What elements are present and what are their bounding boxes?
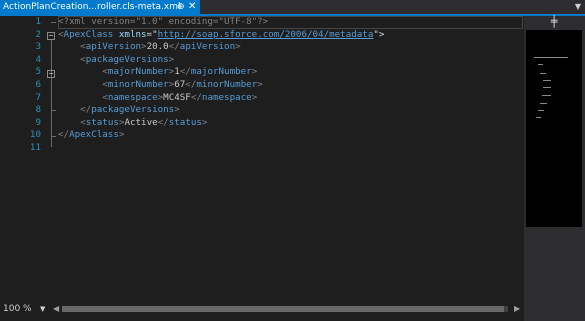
line-number: 4 bbox=[35, 53, 41, 65]
collapse-icon[interactable]: − bbox=[47, 69, 55, 78]
code-line-1: <?xml version="1.0" encoding="UTF-8"?> bbox=[58, 16, 268, 29]
line-number: 7 bbox=[35, 91, 41, 103]
document-tab[interactable]: ActionPlanCreation...roller.cls-meta.xml… bbox=[0, 0, 200, 14]
line-number: 6 bbox=[35, 79, 41, 90]
minimap-line bbox=[538, 110, 544, 111]
zoom-dropdown-icon[interactable]: ▼ bbox=[40, 304, 45, 314]
minimap-line bbox=[538, 64, 543, 65]
code-line-3: <apiVersion>20.0</apiVersion> bbox=[58, 41, 241, 54]
element-value: 20.0 bbox=[146, 41, 169, 53]
line-number: 10 bbox=[29, 129, 41, 141]
pin-icon[interactable]: ⊕ bbox=[177, 1, 185, 13]
code-line-9: <status>Active</status> bbox=[58, 117, 207, 130]
tag-name: minorNumber bbox=[196, 79, 258, 90]
line-number: 3 bbox=[35, 41, 41, 53]
tab-list-dropdown-icon[interactable]: ▼ bbox=[575, 2, 581, 12]
code-line-8: </packageVersions> bbox=[58, 104, 180, 117]
tag-name: apiVersion bbox=[85, 41, 142, 53]
tag-name: ApexClass bbox=[63, 28, 114, 40]
fold-guide bbox=[50, 22, 56, 23]
line-number: 2 bbox=[35, 28, 41, 40]
code-line-6: <minorNumber>67</minorNumber> bbox=[58, 79, 263, 92]
tag-name: apiVersion bbox=[179, 41, 236, 53]
fold-guide bbox=[50, 135, 56, 137]
element-value: MC4SF bbox=[163, 91, 191, 103]
line-number-gutter: 1 2 3 4 5 6 7 8 9 10 11 bbox=[0, 16, 44, 298]
minimap-line bbox=[542, 95, 551, 96]
line-number: 8 bbox=[35, 104, 41, 116]
scroll-left-icon[interactable]: ◀ bbox=[53, 304, 59, 314]
code-line-2: <ApexClass xmlns="http://soap.sforce.com… bbox=[58, 29, 384, 42]
document-tab-strip: ActionPlanCreation...roller.cls-meta.xml… bbox=[0, 0, 585, 14]
outlining-margin: − − bbox=[45, 16, 57, 298]
namespace-url-link[interactable]: http://soap.sforce.com/2006/04/metadata bbox=[158, 29, 374, 40]
split-window-icon[interactable]: ╪ bbox=[526, 16, 582, 28]
tab-title[interactable]: ActionPlanCreation...roller.cls-meta.xml bbox=[0, 2, 180, 12]
attribute-quote: =" bbox=[146, 28, 158, 40]
close-icon[interactable]: ✕ bbox=[188, 0, 196, 13]
collapse-icon[interactable]: − bbox=[47, 31, 55, 40]
code-minimap[interactable] bbox=[526, 30, 582, 227]
code-line-4: <packageVersions> bbox=[58, 54, 174, 67]
attribute-name: xmlns bbox=[113, 28, 147, 40]
horizontal-scrollbar[interactable] bbox=[62, 306, 508, 312]
minimap-line bbox=[540, 73, 546, 74]
code-line-7: <namespace>MC4SF</namespace> bbox=[58, 92, 257, 105]
horizontal-scroll-thumb[interactable] bbox=[62, 306, 504, 312]
tag-name: majorNumber bbox=[190, 66, 252, 78]
line-number: 9 bbox=[35, 116, 41, 128]
fold-guide bbox=[50, 110, 56, 111]
tag-name: namespace bbox=[107, 91, 158, 103]
code-editor[interactable]: 1 2 3 4 5 6 7 8 9 10 11 − − <?xml versio… bbox=[0, 16, 524, 298]
minimap-line bbox=[543, 80, 551, 81]
minimap-line bbox=[543, 87, 551, 88]
code-line-5: <majorNumber>1</majorNumber> bbox=[58, 66, 257, 79]
scrollbar-track[interactable] bbox=[526, 229, 582, 321]
fold-guide bbox=[50, 40, 52, 147]
element-value: 67 bbox=[174, 79, 186, 90]
code-line-10: </ApexClass> bbox=[58, 129, 125, 141]
tag-name: minorNumber bbox=[107, 79, 169, 90]
vertical-scrollbar-map[interactable]: ╪ bbox=[524, 16, 585, 321]
line-number: 1 bbox=[35, 16, 41, 27]
tag-name: majorNumber bbox=[107, 66, 169, 78]
xml-declaration: <?xml version="1.0" encoding="UTF-8"?> bbox=[58, 16, 269, 27]
tag-name: packageVersions bbox=[85, 53, 169, 65]
editor-status-bar: 100 % ▼ ◀ ▶ bbox=[0, 298, 524, 321]
line-number: 5 bbox=[35, 66, 41, 78]
minimap-line bbox=[534, 57, 568, 58]
minimap-line bbox=[540, 103, 547, 104]
attribute-close: "> bbox=[373, 28, 385, 40]
tag-name: packageVersions bbox=[91, 104, 175, 116]
scroll-right-icon[interactable]: ▶ bbox=[514, 304, 520, 314]
zoom-level[interactable]: 100 % bbox=[3, 303, 32, 315]
element-value: Active bbox=[124, 116, 158, 128]
minimap-line bbox=[536, 117, 541, 118]
tag-name: status bbox=[85, 116, 119, 128]
tag-name: ApexClass bbox=[69, 129, 119, 141]
line-number: 11 bbox=[29, 142, 41, 153]
tag-name: namespace bbox=[201, 91, 252, 103]
tag-name: status bbox=[168, 116, 202, 128]
